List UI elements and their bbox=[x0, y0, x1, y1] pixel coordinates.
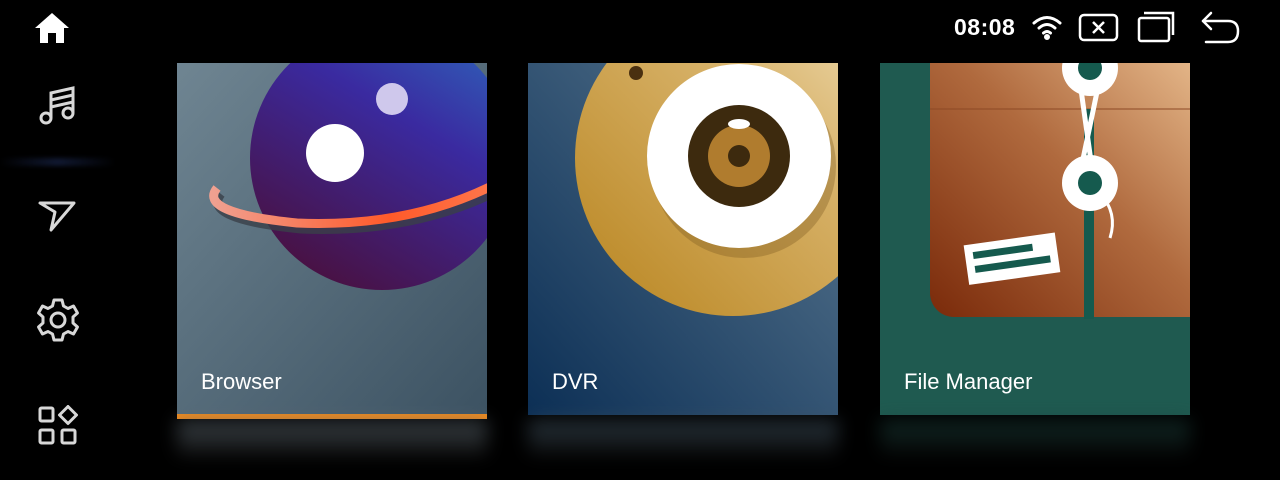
app-card-browser[interactable]: Browser bbox=[177, 63, 487, 415]
dvr-camera-icon bbox=[528, 63, 838, 415]
app-card-file-manager[interactable]: File Manager bbox=[880, 63, 1190, 415]
settings-icon bbox=[37, 298, 79, 342]
app-label: File Manager bbox=[904, 369, 1033, 394]
clock: 08:08 bbox=[954, 14, 1016, 40]
home-icon bbox=[35, 13, 69, 43]
file-box-icon bbox=[880, 63, 1190, 415]
app-label: Browser bbox=[201, 369, 282, 394]
wifi-icon bbox=[1032, 16, 1062, 40]
focus-indicator bbox=[177, 414, 487, 419]
music-button[interactable] bbox=[33, 84, 81, 128]
close-window-icon[interactable] bbox=[1078, 12, 1120, 44]
sidebar bbox=[0, 0, 115, 480]
status-bar: 08:08 bbox=[880, 0, 1280, 56]
card-reflection bbox=[528, 420, 838, 456]
sidebar-divider bbox=[0, 158, 115, 166]
navigation-button[interactable] bbox=[36, 196, 78, 236]
app-label: DVR bbox=[552, 369, 599, 394]
browser-planet-icon bbox=[177, 63, 487, 415]
home-button[interactable] bbox=[30, 8, 74, 48]
recent-apps-icon[interactable] bbox=[1136, 10, 1176, 44]
music-icon bbox=[39, 86, 75, 125]
app-card-dvr[interactable]: DVR bbox=[528, 63, 838, 415]
navigation-icon bbox=[38, 201, 76, 232]
back-icon[interactable] bbox=[1200, 10, 1242, 46]
card-reflection bbox=[177, 420, 487, 456]
apps-button[interactable] bbox=[35, 404, 81, 448]
card-reflection bbox=[880, 420, 1190, 456]
apps-grid-icon bbox=[38, 405, 78, 445]
settings-button[interactable] bbox=[33, 296, 83, 344]
